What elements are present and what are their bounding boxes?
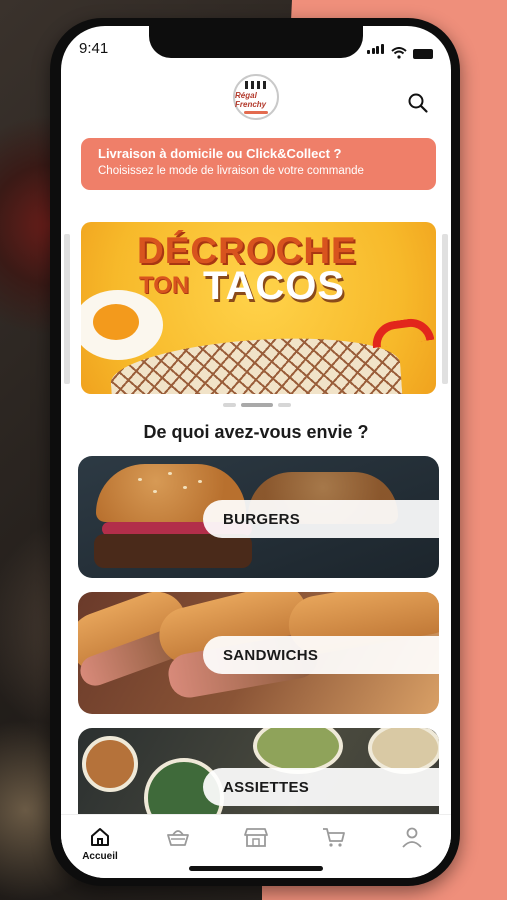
- signal-icon: [367, 41, 385, 59]
- logo-underline: [244, 110, 268, 114]
- wifi-icon: [391, 47, 407, 59]
- tab-label: Accueil: [82, 851, 118, 862]
- logo-checker-icon: [245, 80, 267, 89]
- status-time: 9:41: [79, 40, 109, 57]
- section-title: De quoi avez-vous envie ?: [143, 422, 369, 442]
- carousel-prev-peek[interactable]: [64, 234, 70, 384]
- carousel-dot[interactable]: [223, 403, 236, 407]
- basket-icon: [167, 830, 189, 846]
- tab-account[interactable]: [382, 825, 442, 849]
- delivery-mode-banner[interactable]: Livraison à domicile ou Click&Collect ? …: [81, 138, 436, 190]
- egg-yolk-illustration: [93, 304, 139, 340]
- home-indicator[interactable]: [189, 866, 323, 871]
- category-card-burgers[interactable]: BURGERS: [78, 456, 439, 578]
- status-icons: [367, 41, 433, 59]
- pepper-illustration: [369, 315, 435, 349]
- search-icon[interactable]: [407, 92, 429, 114]
- carousel-pagination: [223, 403, 291, 407]
- delivery-banner-title: Livraison à domicile ou Click&Collect ?: [98, 146, 342, 161]
- home-icon: [91, 828, 109, 846]
- category-label: SANDWICHS: [203, 636, 439, 674]
- tab-basket[interactable]: [148, 825, 208, 849]
- battery-icon: [413, 49, 433, 59]
- user-icon: [402, 827, 422, 848]
- category-card-sandwichs[interactable]: SANDWICHS: [78, 592, 439, 714]
- delivery-banner-subtitle: Choisissez le mode de livraison de votre…: [98, 165, 364, 177]
- carousel-dot-active[interactable]: [241, 403, 273, 407]
- category-label: BURGERS: [203, 500, 439, 538]
- plate-photo-1: [82, 736, 138, 792]
- app-screen: 9:41 Régal Frenchy Livraison à domicile …: [61, 26, 451, 878]
- carousel-next-peek[interactable]: [442, 234, 448, 384]
- notch: [149, 26, 363, 58]
- cart-icon: [323, 828, 345, 847]
- category-label: ASSIETTES: [203, 768, 439, 806]
- tab-cart[interactable]: [304, 825, 364, 849]
- promo-carousel-slide[interactable]: DÉCROCHE TON TACOS: [81, 222, 436, 394]
- brand-logo[interactable]: Régal Frenchy: [233, 74, 279, 120]
- promo-headline-line2: TON: [139, 272, 190, 299]
- carousel-dot[interactable]: [278, 403, 291, 407]
- tab-store[interactable]: [226, 825, 286, 849]
- tab-accueil[interactable]: Accueil: [70, 825, 130, 862]
- promo-headline-line3: TACOS: [203, 264, 346, 308]
- burger-patty: [94, 534, 252, 568]
- logo-text: Régal Frenchy: [235, 90, 267, 109]
- store-icon: [244, 828, 268, 847]
